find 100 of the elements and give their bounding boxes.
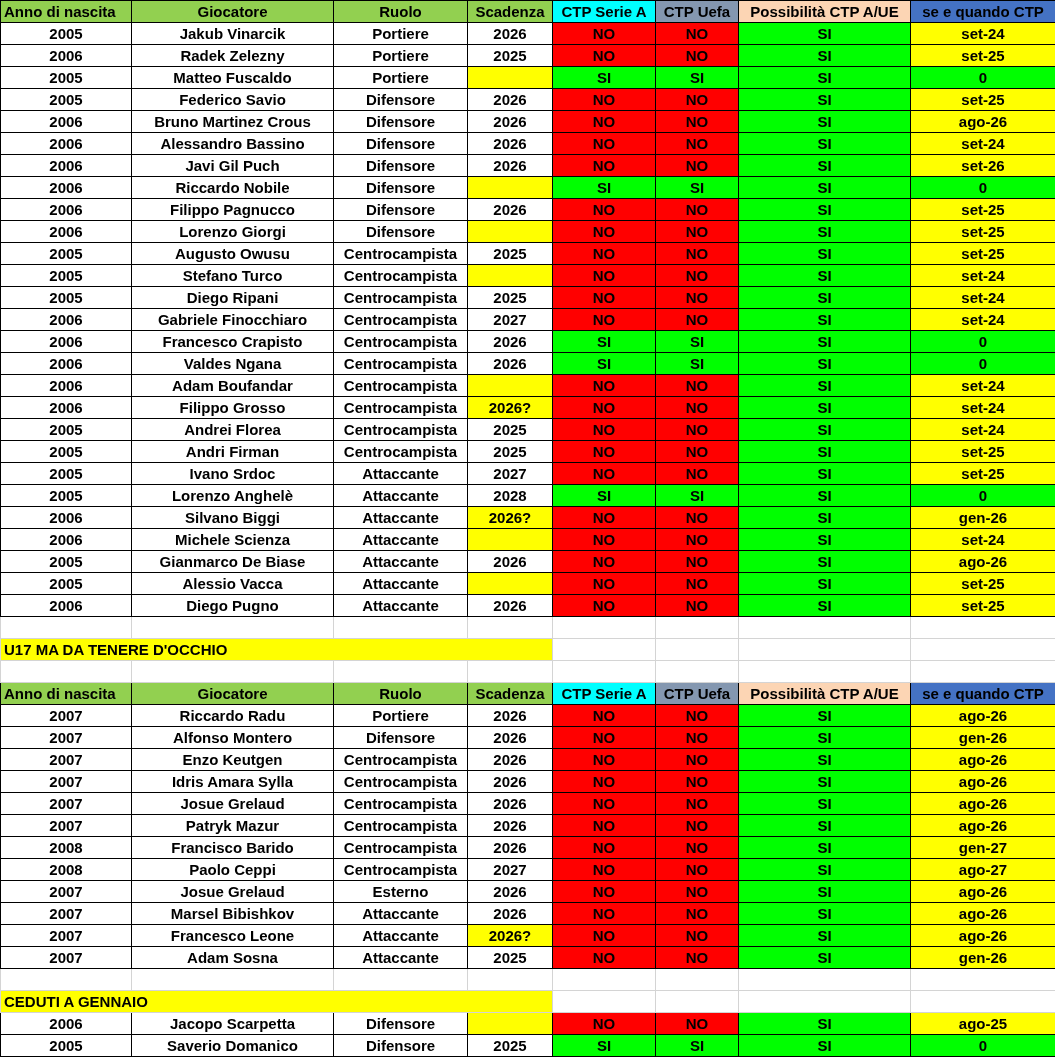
status-cell: ago-26 [910, 814, 1055, 837]
table-cell: Filippo Pagnucco [131, 198, 334, 221]
table-cell: 2005 [0, 418, 132, 441]
table-cell: Centrocampista [333, 858, 468, 881]
status-cell: 0 [910, 176, 1055, 199]
table-cell: 2026 [467, 902, 553, 925]
table-cell: 2008 [0, 836, 132, 859]
table-cell: 2006 [0, 594, 132, 617]
table-cell: 2006 [0, 154, 132, 177]
table-cell: Centrocampista [333, 308, 468, 331]
table-cell: Attaccante [333, 506, 468, 529]
table-cell: 2026 [467, 550, 553, 573]
table-cell: 2007 [0, 880, 132, 903]
table-cell: 2005 [0, 484, 132, 507]
table-cell: 2005 [0, 550, 132, 573]
table-cell: Esterno [333, 880, 468, 903]
status-cell: SI [738, 176, 911, 199]
status-cell: SI [738, 814, 911, 837]
table-cell: Stefano Turco [131, 264, 334, 287]
column-header: se e quando CTP [910, 682, 1055, 705]
table-cell: Centrocampista [333, 242, 468, 265]
status-cell: SI [738, 308, 911, 331]
status-cell: SI [738, 66, 911, 89]
table-cell: Difensore [333, 220, 468, 243]
table-cell: 2007 [0, 814, 132, 837]
table-cell: Attaccante [333, 902, 468, 925]
column-header: Scadenza [467, 0, 553, 23]
table-cell: 2006 [0, 396, 132, 419]
table-cell: 2007 [0, 770, 132, 793]
table-cell: Gianmarco De Biase [131, 550, 334, 573]
table-cell: Valdes Ngana [131, 352, 334, 375]
table-cell: 2005 [0, 88, 132, 111]
status-cell: ago-26 [910, 902, 1055, 925]
status-cell: gen-26 [910, 726, 1055, 749]
status-cell: SI [738, 198, 911, 221]
table-cell: Centrocampista [333, 792, 468, 815]
table-cell: Riccardo Nobile [131, 176, 334, 199]
table-cell: Enzo Keutgen [131, 748, 334, 771]
table-cell: 2026 [467, 154, 553, 177]
column-header: Ruolo [333, 682, 468, 705]
table-cell: Centrocampista [333, 264, 468, 287]
status-cell: SI [738, 1012, 911, 1035]
status-cell: set-25 [910, 440, 1055, 463]
table-cell: Difensore [333, 726, 468, 749]
table-cell: 2007 [0, 704, 132, 727]
table-cell: Centrocampista [333, 286, 468, 309]
table-cell: 2007 [0, 726, 132, 749]
table-cell: Attaccante [333, 594, 468, 617]
table-cell: Alfonso Montero [131, 726, 334, 749]
table-cell: 2007 [0, 924, 132, 947]
table-cell: 2026 [467, 352, 553, 375]
table-cell: Federico Savio [131, 88, 334, 111]
status-cell: 0 [910, 330, 1055, 353]
status-cell: gen-27 [910, 836, 1055, 859]
table-cell: Paolo Ceppi [131, 858, 334, 881]
table-cell: 2026 [467, 88, 553, 111]
table-cell: 2007 [0, 946, 132, 969]
table-cell: Attaccante [333, 528, 468, 551]
status-cell: SI [738, 242, 911, 265]
table-cell: Diego Pugno [131, 594, 334, 617]
table-cell: Attaccante [333, 550, 468, 573]
table-cell: 2025 [467, 242, 553, 265]
status-cell: set-24 [910, 286, 1055, 309]
table-cell: Centrocampista [333, 814, 468, 837]
table-cell: Saverio Domanico [131, 1034, 334, 1057]
status-cell: SI [738, 858, 911, 881]
table-cell: Alessio Vacca [131, 572, 334, 595]
table-cell: 2006 [0, 132, 132, 155]
table-cell: 2006 [0, 308, 132, 331]
table-cell: Centrocampista [333, 352, 468, 375]
status-cell: SI [738, 462, 911, 485]
table-cell: 2005 [0, 440, 132, 463]
table-cell: Centrocampista [333, 396, 468, 419]
status-cell: set-25 [910, 572, 1055, 595]
table-cell: 2006 [0, 528, 132, 551]
table-cell: 2005 [0, 286, 132, 309]
table-cell: 2026 [467, 330, 553, 353]
table-cell: 2005 [0, 1034, 132, 1057]
table-cell: 2005 [0, 462, 132, 485]
status-cell: SI [738, 792, 911, 815]
table-cell: 2028 [467, 484, 553, 507]
table-cell: 2025 [467, 1034, 553, 1057]
table-cell: 2007 [0, 792, 132, 815]
status-cell: set-24 [910, 418, 1055, 441]
table-cell: Attaccante [333, 946, 468, 969]
table-cell: Riccardo Radu [131, 704, 334, 727]
status-cell: ago-26 [910, 550, 1055, 573]
table-cell: 2026 [467, 770, 553, 793]
table-cell: 2008 [0, 858, 132, 881]
table-cell: 2005 [0, 242, 132, 265]
status-cell: SI [738, 506, 911, 529]
status-cell: ago-26 [910, 880, 1055, 903]
table-cell: 2006 [0, 330, 132, 353]
status-cell: set-25 [910, 88, 1055, 111]
status-cell: SI [738, 440, 911, 463]
status-cell: SI [738, 726, 911, 749]
table-cell: Gabriele Finocchiaro [131, 308, 334, 331]
status-cell: SI [738, 836, 911, 859]
status-cell: SI [738, 1034, 911, 1057]
table-cell: 2006 [0, 506, 132, 529]
